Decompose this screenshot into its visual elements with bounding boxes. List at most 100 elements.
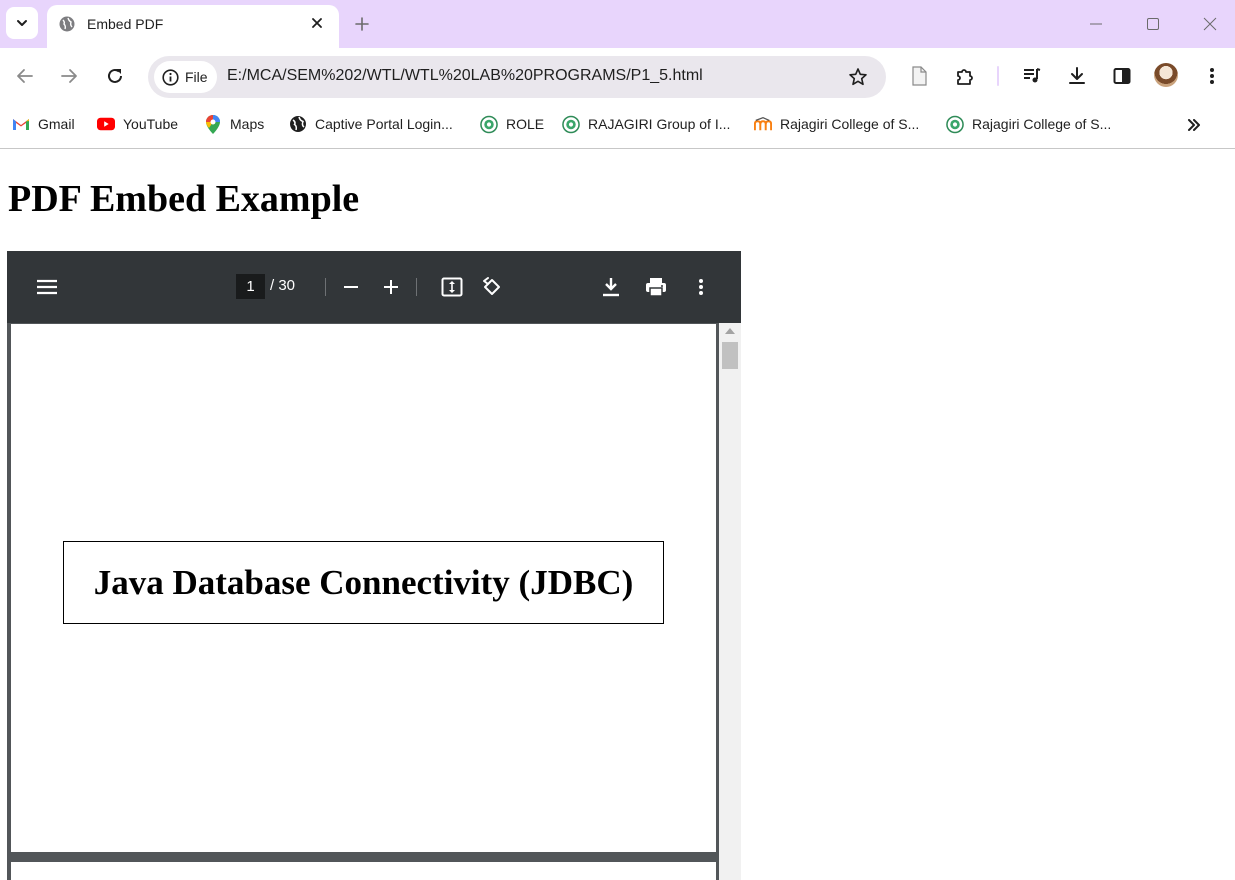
pdf-menu-button[interactable] bbox=[35, 275, 59, 299]
address-bar[interactable]: File E:/MCA/SEM%202/WTL/WTL%20LAB%20PROG… bbox=[148, 56, 886, 98]
bookmarks-bar: Gmail YouTube Maps Captive Portal Login.… bbox=[0, 104, 1235, 149]
more-bookmarks-button[interactable] bbox=[1184, 115, 1204, 135]
bookmark-star-button[interactable] bbox=[846, 65, 870, 89]
bookmark-rajagiri-college-moodle[interactable]: Rajagiri College of S... bbox=[754, 114, 919, 134]
maps-icon bbox=[204, 114, 222, 134]
plus-icon bbox=[384, 280, 398, 294]
close-icon bbox=[1203, 17, 1217, 31]
bookmark-gmail[interactable]: Gmail bbox=[12, 114, 75, 134]
hamburger-menu-icon bbox=[37, 279, 57, 295]
reload-button[interactable] bbox=[103, 64, 127, 88]
scrollbar-thumb[interactable] bbox=[722, 342, 738, 369]
more-vertical-icon bbox=[699, 279, 703, 295]
more-vertical-icon bbox=[1210, 68, 1214, 84]
close-tab-icon[interactable] bbox=[307, 13, 327, 33]
rajagiri-seal-icon bbox=[946, 115, 964, 133]
fit-to-page-icon bbox=[441, 277, 463, 297]
bookmark-label: Captive Portal Login... bbox=[315, 116, 453, 132]
bookmark-label: YouTube bbox=[123, 116, 179, 132]
youtube-icon bbox=[97, 115, 115, 133]
tab-search-button[interactable] bbox=[6, 7, 38, 39]
pdf-title-box: Java Database Connectivity (JDBC) bbox=[63, 541, 664, 624]
rotate-button[interactable] bbox=[480, 275, 504, 299]
pdf-page: Java Database Connectivity (JDBC) bbox=[11, 324, 716, 852]
media-controls-button[interactable] bbox=[1020, 64, 1044, 88]
new-tab-button[interactable] bbox=[350, 12, 374, 36]
bookmark-label: Rajagiri College of S... bbox=[780, 116, 920, 132]
bookmark-role[interactable]: ROLE bbox=[480, 114, 544, 134]
side-panel-button[interactable] bbox=[1110, 64, 1134, 88]
minus-icon bbox=[344, 286, 358, 288]
bookmark-label: Maps bbox=[230, 116, 265, 132]
bookmark-label: ROLE bbox=[506, 116, 545, 132]
pdf-page-heading: Java Database Connectivity (JDBC) bbox=[93, 562, 634, 602]
toolbar-separator bbox=[325, 278, 326, 296]
gmail-icon bbox=[12, 115, 30, 133]
tab-strip: Embed PDF bbox=[0, 0, 1235, 48]
pdf-scrollbar[interactable] bbox=[719, 323, 741, 880]
pdf-print-button[interactable] bbox=[644, 275, 668, 299]
download-icon bbox=[603, 278, 619, 297]
plus-icon bbox=[355, 17, 369, 31]
arrow-left-icon bbox=[17, 69, 33, 83]
rajagiri-seal-icon bbox=[480, 115, 498, 133]
chevron-down-icon bbox=[17, 20, 27, 26]
zoom-in-button[interactable] bbox=[379, 275, 403, 299]
active-tab[interactable]: Embed PDF bbox=[47, 5, 339, 48]
arrow-right-icon bbox=[61, 69, 77, 83]
maximize-icon bbox=[1147, 18, 1159, 30]
fit-page-button[interactable] bbox=[440, 275, 464, 299]
page-number-input[interactable]: 1 bbox=[236, 274, 265, 299]
moodle-icon bbox=[754, 115, 772, 133]
pdf-viewer[interactable]: 1 / 30 Java Database Connectivity (JDBC) bbox=[7, 251, 741, 880]
extensions-button[interactable] bbox=[953, 64, 977, 88]
pdf-download-button[interactable] bbox=[599, 275, 623, 299]
pdf-page bbox=[11, 862, 716, 880]
bookmark-label: Rajagiri College of S... bbox=[972, 116, 1112, 132]
maximize-button[interactable] bbox=[1141, 12, 1165, 36]
document-button[interactable] bbox=[907, 64, 931, 88]
bookmark-captive-portal[interactable]: Captive Portal Login... bbox=[289, 114, 453, 134]
bookmark-label: RAJAGIRI Group of I... bbox=[588, 116, 731, 132]
bookmark-rajagiri-group[interactable]: RAJAGIRI Group of I... bbox=[562, 114, 730, 134]
pdf-toolbar: 1 / 30 bbox=[7, 251, 741, 323]
info-icon bbox=[162, 68, 179, 86]
page-title: PDF Embed Example bbox=[8, 178, 360, 220]
pdf-canvas: Java Database Connectivity (JDBC) bbox=[7, 323, 719, 880]
toolbar-separator bbox=[416, 278, 417, 296]
browser-toolbar: File E:/MCA/SEM%202/WTL/WTL%20LAB%20PROG… bbox=[0, 48, 1235, 104]
back-button[interactable] bbox=[13, 64, 37, 88]
browser-menu-button[interactable] bbox=[1200, 64, 1224, 88]
reload-icon bbox=[108, 68, 122, 83]
toolbar-divider bbox=[997, 66, 999, 86]
zoom-out-button[interactable] bbox=[339, 275, 363, 299]
scheme-label: File bbox=[185, 69, 208, 85]
globe-icon bbox=[59, 16, 75, 32]
forward-button[interactable] bbox=[57, 64, 81, 88]
double-chevron-right-icon bbox=[1188, 119, 1200, 131]
star-icon bbox=[849, 68, 867, 86]
page-total: / 30 bbox=[270, 277, 296, 294]
printer-icon bbox=[646, 278, 666, 297]
download-icon bbox=[1069, 67, 1085, 84]
document-icon bbox=[912, 66, 927, 86]
puzzle-icon bbox=[957, 69, 973, 85]
url-text[interactable]: E:/MCA/SEM%202/WTL/WTL%20LAB%20PROGRAMS/… bbox=[227, 67, 703, 85]
minimize-button[interactable] bbox=[1084, 12, 1108, 36]
rotate-icon bbox=[483, 277, 500, 295]
site-info-chip[interactable]: File bbox=[154, 61, 217, 93]
bookmark-rajagiri-college[interactable]: Rajagiri College of S... bbox=[946, 114, 1111, 134]
tab-title: Embed PDF bbox=[87, 16, 164, 32]
bookmark-maps[interactable]: Maps bbox=[204, 114, 264, 134]
pdf-more-button[interactable] bbox=[689, 275, 713, 299]
side-panel-icon bbox=[1113, 68, 1131, 84]
globe-icon bbox=[289, 115, 307, 133]
profile-avatar[interactable] bbox=[1154, 63, 1178, 87]
rajagiri-seal-icon bbox=[562, 115, 580, 133]
close-window-button[interactable] bbox=[1198, 12, 1222, 36]
bookmark-youtube[interactable]: YouTube bbox=[97, 114, 178, 134]
queue-music-icon bbox=[1024, 68, 1041, 83]
downloads-button[interactable] bbox=[1065, 64, 1089, 88]
minimize-icon bbox=[1090, 23, 1102, 25]
scroll-up-arrow-icon[interactable] bbox=[725, 328, 735, 334]
